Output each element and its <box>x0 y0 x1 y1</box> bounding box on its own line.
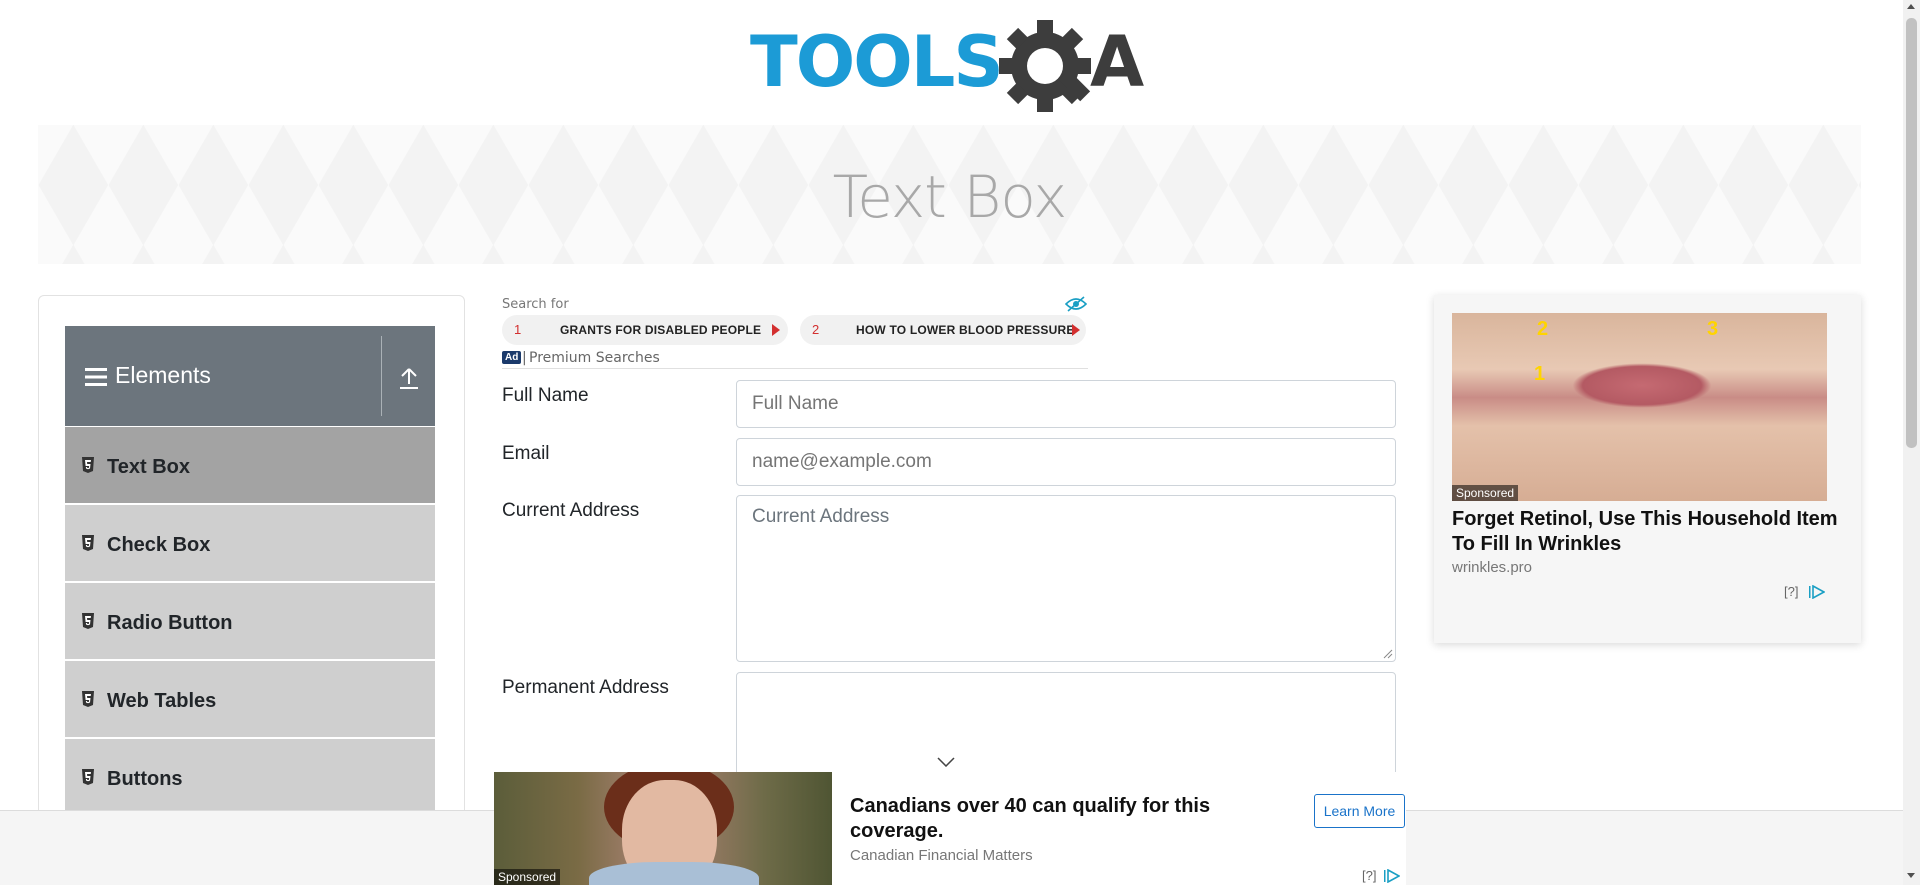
ad-photo[interactable]: Sponsored <box>494 772 832 885</box>
ad-mark-3: 3 <box>1707 318 1719 340</box>
pill-number: 1 <box>514 322 522 337</box>
elements-group-header[interactable]: Elements <box>65 326 435 426</box>
search-for-label: Search for <box>502 297 569 312</box>
resize-grip-icon[interactable] <box>1383 649 1393 659</box>
ad-image[interactable]: 2 3 1 Sponsored <box>1452 313 1827 501</box>
sidebar-item-check-box[interactable]: Check Box <box>65 505 435 583</box>
bottom-ad[interactable]: Sponsored Canadians over 40 can qualify … <box>494 772 1406 885</box>
sponsored-tag: Sponsored <box>494 869 561 885</box>
ad-source[interactable]: wrinkles.pro <box>1452 559 1532 576</box>
current-address-label: Current Address <box>502 500 640 521</box>
email-input[interactable] <box>736 438 1396 486</box>
ad-mark-1: 1 <box>1534 363 1546 385</box>
page: TOOLS A Text Box Elements Text Box Check… <box>0 0 1920 885</box>
left-panel: Elements Text Box Check Box Radio Button <box>38 295 465 885</box>
ad-badge: Ad <box>502 351 522 364</box>
adchoices-icon[interactable] <box>1384 869 1400 883</box>
toolsqa-logo[interactable]: TOOLS A <box>750 18 1155 114</box>
bottom-ad-source[interactable]: Canadian Financial Matters <box>850 847 1033 864</box>
play-arrow-icon <box>1072 324 1080 336</box>
sidebar-item-label: Text Box <box>107 456 190 478</box>
premium-searches-label: Premium Searches <box>529 350 660 366</box>
scroll-down-icon[interactable] <box>1907 873 1915 878</box>
bottom-ad-help-link[interactable]: [?] <box>1362 868 1376 883</box>
page-title: Text Box <box>832 163 1068 231</box>
adchoices-icon[interactable] <box>1809 585 1825 599</box>
group-title: Elements <box>115 362 211 388</box>
ad-headline[interactable]: Forget Retinol, Use This Household Item … <box>1452 507 1842 557</box>
vertical-scrollbar[interactable] <box>1903 0 1920 885</box>
sidebar-item-radio-button[interactable]: Radio Button <box>65 583 435 661</box>
bottom-ad-headline[interactable]: Canadians over 40 can qualify for this c… <box>850 794 1230 844</box>
chevron-down-icon[interactable] <box>937 757 955 767</box>
right-ad[interactable]: 2 3 1 Sponsored Forget Retinol, Use This… <box>1434 295 1861 643</box>
html5-icon <box>82 769 94 785</box>
elements-menu: Text Box Check Box Radio Button Web Tabl… <box>65 427 435 817</box>
pill-number: 2 <box>812 322 820 337</box>
html5-icon <box>82 535 94 551</box>
pill-label: GRANTS FOR DISABLED PEOPLE <box>560 323 762 337</box>
current-address-textarea[interactable]: Current Address <box>736 495 1396 662</box>
sidebar-item-buttons[interactable]: Buttons <box>65 739 435 817</box>
full-name-input[interactable] <box>736 380 1396 428</box>
scroll-up-icon[interactable] <box>1907 4 1915 9</box>
sponsored-tag: Sponsored <box>1452 485 1519 501</box>
scrollbar-thumb[interactable] <box>1906 18 1917 448</box>
eye-slash-icon[interactable] <box>1065 296 1087 312</box>
hamburger-icon <box>85 368 107 386</box>
svg-text:TOOLS: TOOLS <box>750 21 1002 103</box>
sidebar-item-label: Radio Button <box>107 612 233 634</box>
html5-icon <box>82 613 94 629</box>
pill-label: HOW TO LOWER BLOOD PRESSURE <box>856 323 1075 337</box>
search-pill-1[interactable]: 1 GRANTS FOR DISABLED PEOPLE <box>502 315 788 345</box>
header-divider <box>381 336 382 416</box>
ad-help-link[interactable]: [?] <box>1784 584 1798 599</box>
sidebar-item-label: Buttons <box>107 768 183 790</box>
svg-text:A: A <box>1090 21 1144 103</box>
sidebar-item-web-tables[interactable]: Web Tables <box>65 661 435 739</box>
lips-shape <box>1572 363 1712 408</box>
ad-mark-2: 2 <box>1537 318 1549 340</box>
sidebar-item-label: Web Tables <box>107 690 217 712</box>
html5-icon <box>82 691 94 707</box>
search-pill-2[interactable]: 2 HOW TO LOWER BLOOD PRESSURE <box>800 315 1086 345</box>
upload-arrow-icon[interactable] <box>398 366 420 390</box>
email-label: Email <box>502 443 550 464</box>
learn-more-button[interactable]: Learn More <box>1314 794 1405 828</box>
separator: | <box>522 350 527 366</box>
page-banner: Text Box <box>38 125 1861 264</box>
sidebar-item-text-box[interactable]: Text Box <box>65 427 435 505</box>
photo-shirt <box>589 862 759 885</box>
permanent-address-label: Permanent Address <box>502 677 669 698</box>
current-address-placeholder: Current Address <box>752 506 890 527</box>
sidebar-item-label: Check Box <box>107 534 211 556</box>
play-arrow-icon <box>772 324 780 336</box>
search-ad-strip: Search for 1 GRANTS FOR DISABLED PEOPLE … <box>502 295 1088 369</box>
html5-icon <box>82 457 94 473</box>
full-name-label: Full Name <box>502 385 589 406</box>
